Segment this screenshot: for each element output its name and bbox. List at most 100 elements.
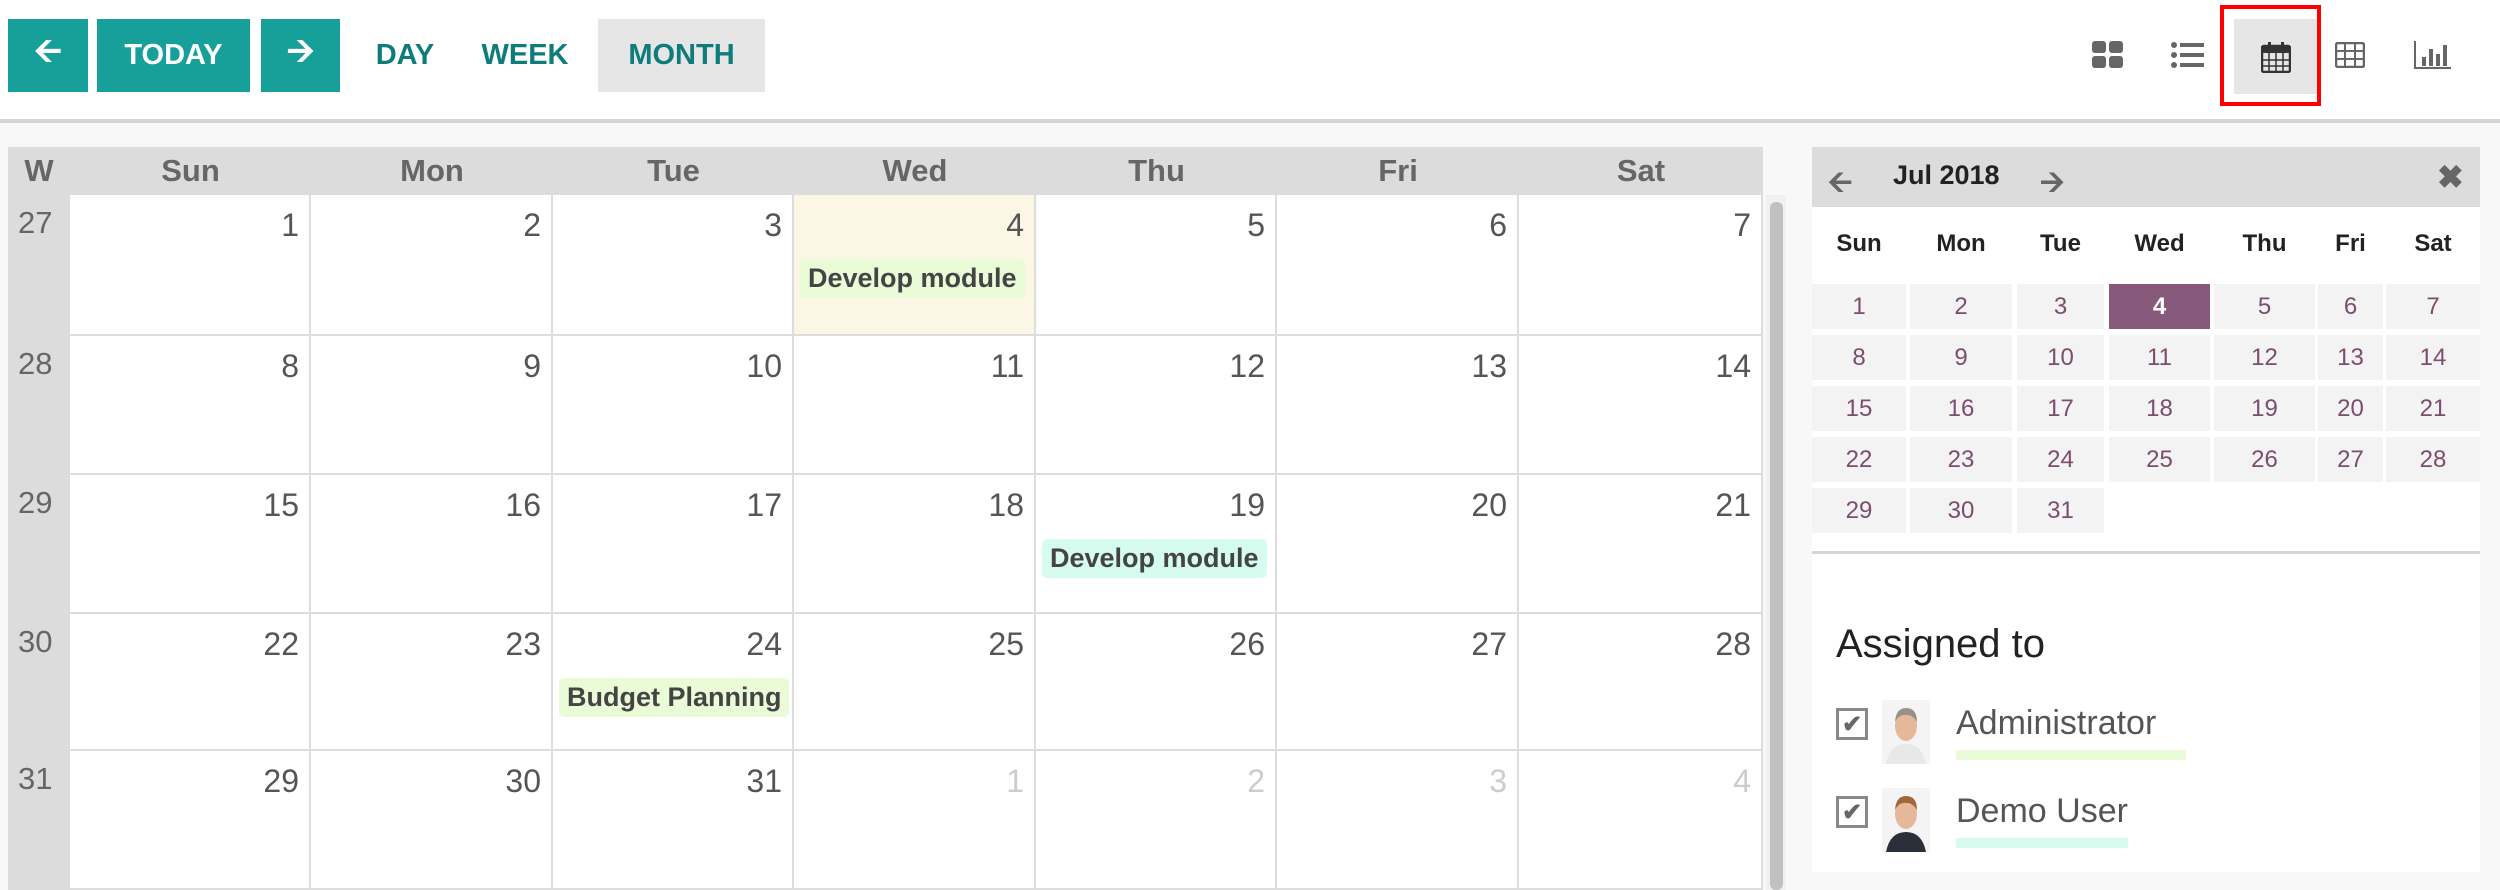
day-cell[interactable]: 18 [794, 475, 1036, 614]
list-icon [2171, 42, 2204, 68]
mini-day[interactable]: 2 [1910, 284, 2012, 329]
prev-button[interactable]: 🡨 [8, 19, 88, 92]
mini-day[interactable]: 17 [2017, 386, 2104, 431]
day-cell[interactable]: 11 [794, 336, 1036, 475]
day-cell[interactable]: 10 [553, 336, 794, 475]
mini-day[interactable]: 1 [1812, 284, 1906, 329]
pivot-view-button[interactable] [2315, 20, 2385, 90]
day-cell[interactable]: 16 [311, 475, 553, 614]
mini-day-name: Sun [1836, 230, 1882, 257]
day-cell[interactable]: 4 [1519, 751, 1763, 890]
day-number: 12 [1229, 348, 1265, 384]
mini-day[interactable]: 25 [2109, 437, 2210, 482]
mini-day[interactable]: 4 [2109, 284, 2210, 329]
mini-day-name: Sat [2414, 230, 2452, 257]
mini-day[interactable]: 6 [2318, 284, 2383, 329]
day-cell[interactable]: 28 [1519, 614, 1763, 751]
day-cell[interactable]: 8 [70, 336, 311, 475]
day-cell[interactable]: 21 [1519, 475, 1763, 614]
user-checkbox[interactable]: ✔ [1836, 708, 1868, 740]
day-cell[interactable]: 12 [1036, 336, 1277, 475]
mini-day[interactable]: 19 [2214, 386, 2315, 431]
day-number: 6 [1489, 207, 1507, 243]
day-cell[interactable]: 27 [1277, 614, 1519, 751]
mini-day[interactable]: 11 [2109, 335, 2210, 380]
mini-day[interactable]: 23 [1910, 437, 2012, 482]
day-number: 9 [523, 348, 541, 384]
mini-day[interactable]: 27 [2318, 437, 2383, 482]
day-cell[interactable]: 17 [553, 475, 794, 614]
user-checkbox[interactable]: ✔ [1836, 796, 1868, 828]
mini-day[interactable]: 14 [2386, 335, 2480, 380]
day-cell[interactable]: 7 [1519, 195, 1763, 336]
day-cell[interactable]: 6 [1277, 195, 1519, 336]
mini-day[interactable]: 24 [2017, 437, 2104, 482]
day-cell[interactable]: 14 [1519, 336, 1763, 475]
mini-day[interactable]: 22 [1812, 437, 1906, 482]
mini-day[interactable]: 29 [1812, 488, 1906, 533]
day-cell[interactable]: 25 [794, 614, 1036, 751]
mini-day[interactable]: 10 [2017, 335, 2104, 380]
mini-day[interactable]: 21 [2386, 386, 2480, 431]
user-name[interactable]: Demo User [1956, 792, 2128, 837]
mini-prev-button[interactable]: 🡨 [1828, 160, 1852, 211]
kanban-view-button[interactable] [2073, 20, 2143, 90]
day-number: 2 [523, 207, 541, 243]
mini-next-button[interactable]: 🡪 [2040, 160, 2064, 211]
day-cell[interactable]: 2 [1036, 751, 1277, 890]
mini-day[interactable]: 7 [2386, 284, 2480, 329]
day-cell[interactable]: 23 [311, 614, 553, 751]
day-cell[interactable]: 1 [794, 751, 1036, 890]
next-button[interactable]: 🡪 [261, 19, 340, 92]
calendar-event[interactable]: Develop module [800, 259, 1025, 298]
view-week-button[interactable]: WEEK [470, 19, 580, 92]
mini-day[interactable]: 13 [2318, 335, 2383, 380]
mini-day[interactable]: 30 [1910, 488, 2012, 533]
mini-day[interactable]: 3 [2017, 284, 2104, 329]
day-cell[interactable]: 20 [1277, 475, 1519, 614]
day-cell[interactable]: 26 [1036, 614, 1277, 751]
day-header: Wed [794, 147, 1036, 195]
day-number: 26 [1229, 626, 1265, 662]
mini-day[interactable]: 8 [1812, 335, 1906, 380]
day-cell[interactable]: 24 Budget Planning [553, 614, 794, 751]
day-cell[interactable]: 19 Develop module [1036, 475, 1277, 614]
mini-day[interactable]: 18 [2109, 386, 2210, 431]
calendar-event[interactable]: Budget Planning [559, 678, 790, 717]
user-name[interactable]: Administrator [1956, 704, 2156, 749]
mini-day[interactable]: 15 [1812, 386, 1906, 431]
mini-day[interactable]: 12 [2214, 335, 2315, 380]
day-number: 25 [988, 626, 1024, 662]
close-button[interactable]: ✖ [2437, 158, 2464, 196]
list-view-button[interactable] [2153, 20, 2223, 90]
day-header: Sat [1519, 147, 1763, 195]
view-day-button[interactable]: DAY [360, 19, 450, 92]
day-cell[interactable]: 2 [311, 195, 553, 336]
day-cell[interactable]: 30 [311, 751, 553, 890]
graph-view-button[interactable] [2398, 20, 2468, 90]
day-cell[interactable]: 3 [1277, 751, 1519, 890]
calendar-event[interactable]: Develop module [1042, 539, 1267, 578]
day-cell[interactable]: 3 [553, 195, 794, 336]
day-cell[interactable]: 1 [70, 195, 311, 336]
mini-day[interactable]: 9 [1910, 335, 2012, 380]
day-cell[interactable]: 31 [553, 751, 794, 890]
day-cell[interactable]: 13 [1277, 336, 1519, 475]
mini-day[interactable]: 31 [2017, 488, 2104, 533]
mini-day[interactable]: 16 [1910, 386, 2012, 431]
mini-day[interactable]: 20 [2318, 386, 2383, 431]
day-number: 11 [990, 348, 1024, 384]
day-number: 14 [1715, 348, 1751, 384]
mini-day[interactable]: 26 [2214, 437, 2315, 482]
today-button[interactable]: TODAY [97, 19, 250, 92]
day-cell[interactable]: 9 [311, 336, 553, 475]
day-cell[interactable]: 15 [70, 475, 311, 614]
mini-day[interactable]: 28 [2386, 437, 2480, 482]
day-cell[interactable]: 22 [70, 614, 311, 751]
scrollbar-thumb[interactable] [1770, 202, 1783, 890]
day-cell[interactable]: 4 Develop module [794, 195, 1036, 336]
day-cell[interactable]: 29 [70, 751, 311, 890]
day-cell[interactable]: 5 [1036, 195, 1277, 336]
view-month-button[interactable]: MONTH [598, 19, 765, 92]
mini-day[interactable]: 5 [2214, 284, 2315, 329]
